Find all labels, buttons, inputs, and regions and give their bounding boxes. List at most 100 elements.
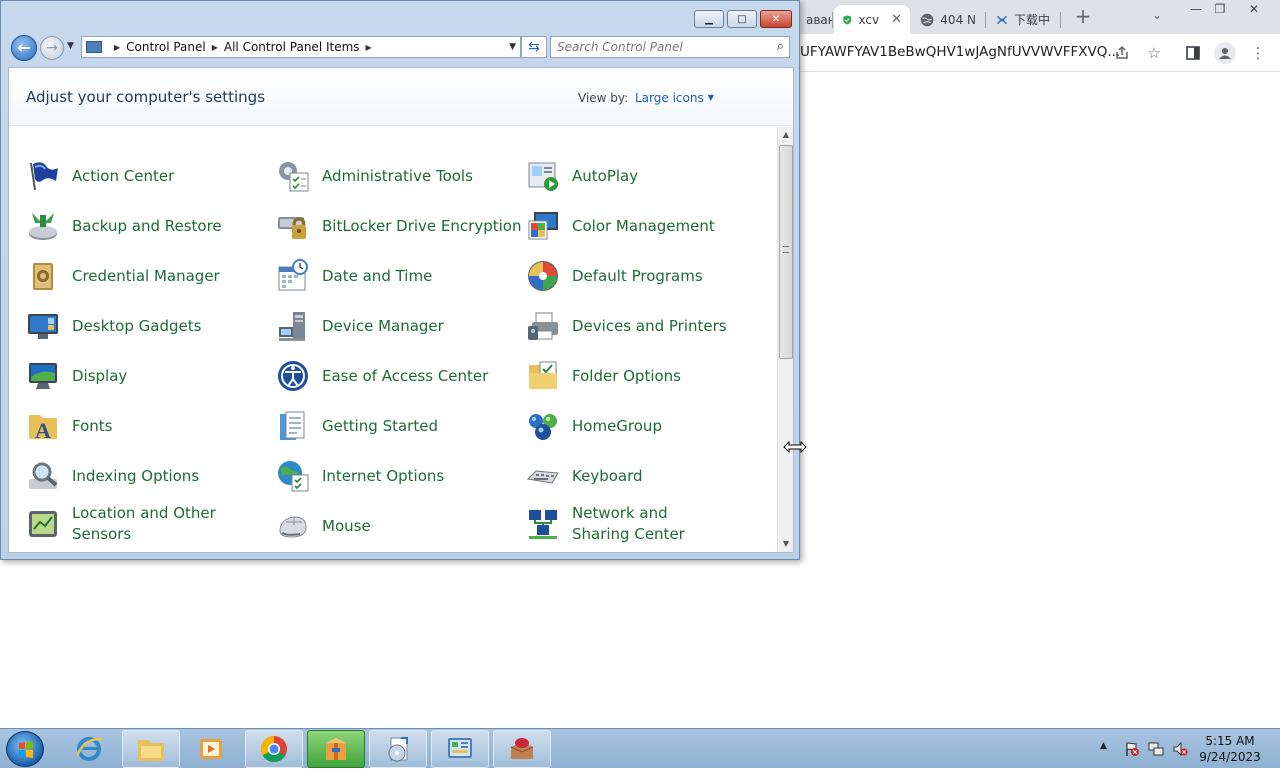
autoplay-icon xyxy=(526,159,560,193)
item-fonts[interactable]: A Fonts xyxy=(26,409,112,443)
item-label: Folder Options xyxy=(572,366,681,385)
address-bar-url[interactable]: UFYAWFYAV1BeBwQHV1wJAgNfUVVWVFFXVQ... xyxy=(800,44,1120,60)
item-mouse[interactable]: Mouse xyxy=(276,509,371,543)
title-bar[interactable]: ▁ □ ✕ xyxy=(1,1,799,31)
share-icon[interactable] xyxy=(1111,42,1133,64)
back-button[interactable]: ← xyxy=(11,35,37,61)
search-input[interactable]: Search Control Panel ⌕ xyxy=(550,36,790,58)
address-bar[interactable]: ▶ Control Panel ▶ All Control Panel Item… xyxy=(81,36,521,58)
volume-muted-icon[interactable] xyxy=(1172,741,1188,757)
item-action-center[interactable]: Action Center xyxy=(26,159,174,193)
item-getting-started[interactable]: Getting Started xyxy=(276,409,438,443)
admin-tools-icon xyxy=(276,159,310,193)
network-status-icon[interactable] xyxy=(1148,741,1164,757)
recent-pages-dropdown[interactable]: ▼ xyxy=(67,41,74,51)
breadcrumb-arrow-icon[interactable]: ▶ xyxy=(114,43,120,52)
item-administrative-tools[interactable]: Administrative Tools xyxy=(276,159,473,193)
browser-tab-1[interactable]: аван xyxy=(798,5,832,34)
taskbar-file-explorer[interactable] xyxy=(122,730,180,768)
backup-icon xyxy=(26,209,60,243)
item-credential-manager[interactable]: Credential Manager xyxy=(26,259,220,293)
scroll-up-arrow-icon[interactable]: ▲ xyxy=(778,127,794,143)
clock-date[interactable]: 9/24/2023 xyxy=(1192,750,1268,764)
profile-icon[interactable] xyxy=(1214,42,1236,64)
view-by-value: Large icons xyxy=(635,91,704,105)
bookmark-star-icon[interactable]: ☆ xyxy=(1143,42,1165,64)
credential-icon xyxy=(26,259,60,293)
item-device-manager[interactable]: Device Manager xyxy=(276,309,444,343)
breadcrumb-all-items[interactable]: All Control Panel Items xyxy=(224,40,360,54)
item-label: Ease of Access Center xyxy=(322,366,489,385)
item-ease-of-access[interactable]: Ease of Access Center xyxy=(276,359,488,393)
view-by-dropdown[interactable]: Large icons ▼ xyxy=(635,91,714,105)
item-devices-printers[interactable]: Devices and Printers xyxy=(526,309,727,343)
taskbar-control-panel[interactable] xyxy=(431,730,489,768)
taskbar-package[interactable] xyxy=(307,730,365,768)
item-label: Default Programs xyxy=(572,266,703,285)
default-programs-icon xyxy=(526,259,560,293)
item-keyboard[interactable]: Keyboard xyxy=(526,459,643,493)
item-label: Action Center xyxy=(72,166,175,185)
taskbar-chrome[interactable] xyxy=(245,730,303,768)
search-placeholder: Search Control Panel xyxy=(557,40,683,54)
tab-close-icon[interactable]: ✕ xyxy=(891,12,902,27)
start-button[interactable] xyxy=(6,731,44,767)
item-internet-options[interactable]: Internet Options xyxy=(276,459,444,493)
breadcrumb-control-panel[interactable]: Control Panel xyxy=(126,40,206,54)
folder-icon xyxy=(526,359,560,393)
item-location-sensors[interactable]: Location and Other Sensors xyxy=(26,503,222,545)
item-label: Devices and Printers xyxy=(572,316,727,335)
taskbar-box-app[interactable] xyxy=(493,730,551,768)
minimize-button[interactable]: ▁ xyxy=(694,10,724,28)
scrollbar-thumb[interactable] xyxy=(779,145,793,359)
item-bitlocker[interactable]: BitLocker Drive Encryption xyxy=(276,209,521,243)
box-app-icon xyxy=(510,738,534,759)
navigation-bar: ← → ▼ ▶ Control Panel ▶ All Control Pane… xyxy=(7,33,797,63)
side-panel-icon[interactable] xyxy=(1182,42,1204,64)
browser-tab-4[interactable]: 下载中 xyxy=(988,5,1058,34)
item-homegroup[interactable]: HomeGroup xyxy=(526,409,662,443)
taskbar-media-player[interactable] xyxy=(182,730,240,768)
search-icon[interactable]: ⌕ xyxy=(777,39,784,54)
forward-button[interactable]: → xyxy=(40,36,64,60)
item-desktop-gadgets[interactable]: Desktop Gadgets xyxy=(26,309,201,343)
browser-close-button[interactable]: ✕ xyxy=(1240,0,1268,18)
taskbar-installer[interactable] xyxy=(369,730,427,768)
refresh-button[interactable]: ⇆ xyxy=(521,36,547,58)
action-center-flag-icon[interactable] xyxy=(1124,741,1140,757)
item-indexing-options[interactable]: Indexing Options xyxy=(26,459,199,493)
tab-title: аван xyxy=(806,12,832,27)
item-color-management[interactable]: Color Management xyxy=(526,209,715,243)
breadcrumb-arrow-icon[interactable]: ▶ xyxy=(366,43,372,52)
close-button[interactable]: ✕ xyxy=(760,10,792,28)
scroll-down-arrow-icon[interactable]: ▼ xyxy=(778,536,794,552)
browser-tab-2[interactable]: xcv ✕ xyxy=(834,5,910,34)
maximize-button[interactable]: □ xyxy=(727,10,757,28)
tab-title: xcv xyxy=(858,12,880,27)
item-network-sharing[interactable]: Network and Sharing Center xyxy=(526,503,722,545)
show-hidden-icons-icon[interactable]: ▲ xyxy=(1100,741,1107,751)
vertical-scrollbar[interactable]: ▲ ▼ xyxy=(777,127,793,552)
flag-icon xyxy=(26,159,60,193)
item-folder-options[interactable]: Folder Options xyxy=(526,359,681,393)
item-backup-restore[interactable]: Backup and Restore xyxy=(26,209,222,243)
shield-icon xyxy=(843,14,852,25)
content-header: Adjust your computer's settings View by:… xyxy=(9,68,793,126)
item-label: Mouse xyxy=(322,516,371,535)
item-default-programs[interactable]: Default Programs xyxy=(526,259,703,293)
new-tab-button[interactable]: + xyxy=(1072,6,1094,28)
browser-tab-3[interactable]: 404 N xyxy=(912,5,984,34)
item-autoplay[interactable]: AutoPlay xyxy=(526,159,638,193)
item-display[interactable]: Display xyxy=(26,359,127,393)
tab-separator xyxy=(985,12,986,28)
breadcrumb-arrow-icon[interactable]: ▶ xyxy=(212,43,218,52)
browser-restore-button[interactable]: ❐ xyxy=(1206,0,1234,18)
clock-time[interactable]: 5:15 AM xyxy=(1192,734,1268,748)
control-panel-items: Action Center Backup and Restore Credent… xyxy=(9,127,777,552)
item-label: Color Management xyxy=(572,216,715,235)
menu-kebab-icon[interactable]: ⋮ xyxy=(1247,42,1269,64)
taskbar-internet-explorer[interactable] xyxy=(60,730,118,768)
address-dropdown-icon[interactable]: ▼ xyxy=(509,42,516,52)
tab-search-button[interactable]: ⌄ xyxy=(1152,8,1162,22)
item-date-time[interactable]: Date and Time xyxy=(276,259,432,293)
